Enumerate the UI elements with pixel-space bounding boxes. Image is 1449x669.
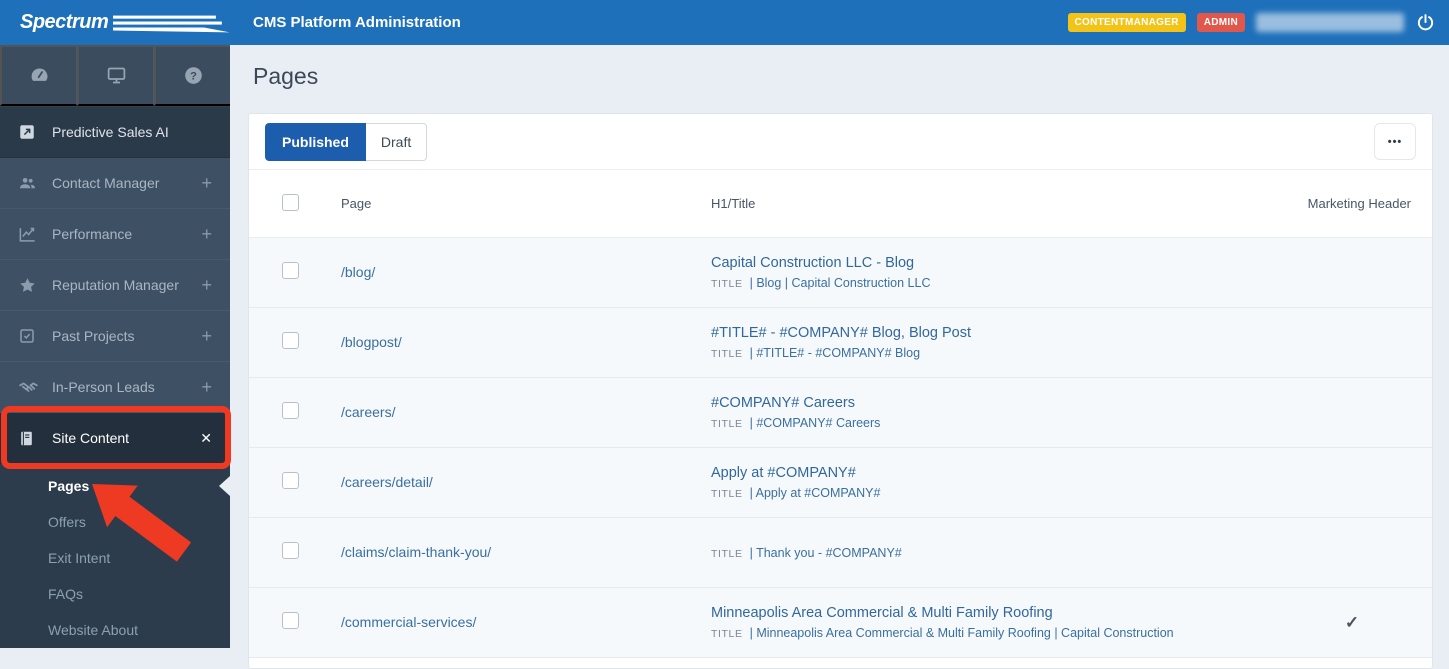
more-options-button[interactable]: ••• (1374, 123, 1416, 160)
expand-plus-icon[interactable]: + (201, 224, 212, 245)
row-checkbox[interactable] (282, 611, 299, 629)
title-label: TITLE (711, 348, 743, 360)
h1-link[interactable]: Minneapolis Area Commercial & Multi Fami… (711, 605, 1272, 621)
username-redacted (1256, 13, 1404, 32)
page-link[interactable]: /careers/ (341, 404, 395, 420)
expand-plus-icon[interactable]: + (201, 173, 212, 194)
sidebar-item-reputation-manager[interactable]: Reputation Manager + (0, 260, 230, 311)
users-icon (18, 174, 39, 193)
chart-icon (18, 225, 39, 244)
sidebar-item-in-person-leads[interactable]: In-Person Leads + (0, 362, 230, 413)
status-filter-group: Published Draft (265, 122, 428, 161)
page-link[interactable]: /blogpost/ (341, 334, 402, 350)
page-link[interactable]: /blog/ (341, 264, 375, 280)
column-header-marketing: Marketing Header (1307, 196, 1411, 211)
title-label: TITLE (711, 547, 743, 560)
select-all-checkbox[interactable] (282, 193, 299, 211)
sidebar-item-predictive-sales-ai[interactable]: Predictive Sales AI (0, 107, 230, 158)
row-checkbox[interactable] (282, 541, 299, 559)
site-content-submenu: Pages Offers Exit Intent FAQs Website Ab… (0, 464, 230, 648)
table-row: /careers/detail/ Apply at #COMPANY# TITL… (249, 448, 1432, 518)
sidebar-item-past-projects[interactable]: Past Projects + (0, 311, 230, 362)
table-row: /claims/claim-thank-you/ TITLE | Thank yo… (249, 518, 1432, 588)
submenu-item-offers[interactable]: Offers (0, 504, 230, 540)
title-value: | Blog | Capital Construction LLC (749, 276, 931, 290)
title-label: TITLE (711, 278, 743, 290)
logo-text: Spectrum (20, 11, 109, 33)
book-icon (18, 429, 39, 448)
draft-tab[interactable]: Draft (365, 122, 428, 161)
table-row: /commercial-services/ Minneapolis Area C… (249, 588, 1432, 658)
help-icon-button[interactable]: ? (154, 45, 230, 106)
logo-swoosh-icon (113, 15, 230, 33)
title-value: | Apply at #COMPANY# (749, 486, 881, 500)
column-header-h1-title: H1/Title (711, 196, 756, 211)
title-label: TITLE (711, 418, 743, 430)
dashboard-icon (29, 65, 50, 86)
spectrum-logo: Spectrum (0, 11, 230, 34)
row-checkbox[interactable] (282, 401, 299, 419)
monitor-icon-button[interactable] (77, 45, 154, 106)
row-checkbox[interactable] (282, 261, 299, 279)
submenu-item-faqs[interactable]: FAQs (0, 576, 230, 612)
table-row: /blog/ Capital Construction LLC - Blog T… (249, 238, 1432, 308)
page-link[interactable]: /commercial-services/ (341, 614, 476, 630)
sidebar-item-contact-manager[interactable]: Contact Manager + (0, 158, 230, 209)
role-badge-contentmanager: CONTENTMANAGER (1067, 13, 1186, 32)
table-row: /careers/ #COMPANY# Careers TITLE | #COMP… (249, 378, 1432, 448)
published-tab[interactable]: Published (265, 122, 366, 161)
submenu-item-pages[interactable]: Pages (0, 468, 230, 504)
pages-card: Published Draft ••• Page H1/Title Market… (248, 113, 1433, 669)
title-value: | Minneapolis Area Commercial & Multi Fa… (749, 626, 1174, 640)
h1-link[interactable]: Capital Construction LLC - Blog (711, 255, 1272, 271)
power-icon (1417, 14, 1434, 31)
sidebar-item-performance[interactable]: Performance + (0, 209, 230, 260)
handshake-icon (18, 377, 39, 398)
title-label: TITLE (711, 488, 743, 500)
h1-link[interactable]: Apply at #COMPANY# (711, 465, 1272, 481)
table-body: /blog/ Capital Construction LLC - Blog T… (249, 238, 1432, 658)
h1-link[interactable]: #TITLE# - #COMPANY# Blog, Blog Post (711, 325, 1272, 341)
column-header-page: Page (341, 196, 372, 211)
topbar-right: CONTENTMANAGER ADMIN (1067, 12, 1449, 33)
expand-plus-icon[interactable]: + (201, 326, 212, 347)
title-value: | #COMPANY# Careers (749, 416, 881, 430)
help-icon: ? (183, 65, 204, 86)
page-link[interactable]: /claims/claim-thank-you/ (341, 544, 491, 560)
star-icon (18, 276, 39, 295)
expand-plus-icon[interactable]: + (201, 275, 212, 296)
table-row: /blogpost/ #TITLE# - #COMPANY# Blog, Blo… (249, 308, 1432, 378)
external-icon (18, 123, 39, 141)
submenu-item-exit-intent[interactable]: Exit Intent (0, 540, 230, 576)
monitor-icon (106, 65, 127, 86)
table-header-row: Page H1/Title Marketing Header (249, 170, 1432, 238)
dashboard-icon-button[interactable] (0, 45, 77, 106)
expand-plus-icon[interactable]: + (201, 377, 212, 398)
main-content: Pages Published Draft ••• Page H1/Title … (230, 45, 1449, 669)
page-link[interactable]: /careers/detail/ (341, 474, 433, 490)
toolbar: Published Draft ••• (249, 114, 1432, 170)
logout-power-button[interactable] (1415, 12, 1436, 33)
active-item-notch (219, 476, 230, 496)
top-bar: Spectrum CMS Platform Administration CON… (0, 0, 1449, 45)
checksquare-icon (18, 327, 39, 345)
collapse-icon[interactable]: ✕ (200, 430, 212, 447)
h1-link[interactable]: #COMPANY# Careers (711, 395, 1272, 411)
svg-text:?: ? (190, 70, 197, 82)
app-title: CMS Platform Administration (253, 14, 461, 31)
row-checkbox[interactable] (282, 471, 299, 489)
title-value: | #TITLE# - #COMPANY# Blog (749, 346, 921, 360)
sidebar-icon-strip: ? (0, 45, 230, 107)
title-label: TITLE (711, 628, 743, 640)
row-checkbox[interactable] (282, 331, 299, 349)
sidebar-menu: Predictive Sales AI Contact Manager + Pe… (0, 107, 230, 464)
title-value: | Thank you - #COMPANY# (749, 545, 902, 560)
role-badge-admin: ADMIN (1196, 13, 1245, 32)
sidebar: ? Predictive Sales AI Contact Manager + … (0, 45, 230, 648)
submenu-item-website-about[interactable]: Website About (0, 612, 230, 648)
page-title: Pages (253, 63, 319, 89)
sidebar-item-site-content[interactable]: Site Content ✕ (0, 413, 230, 464)
